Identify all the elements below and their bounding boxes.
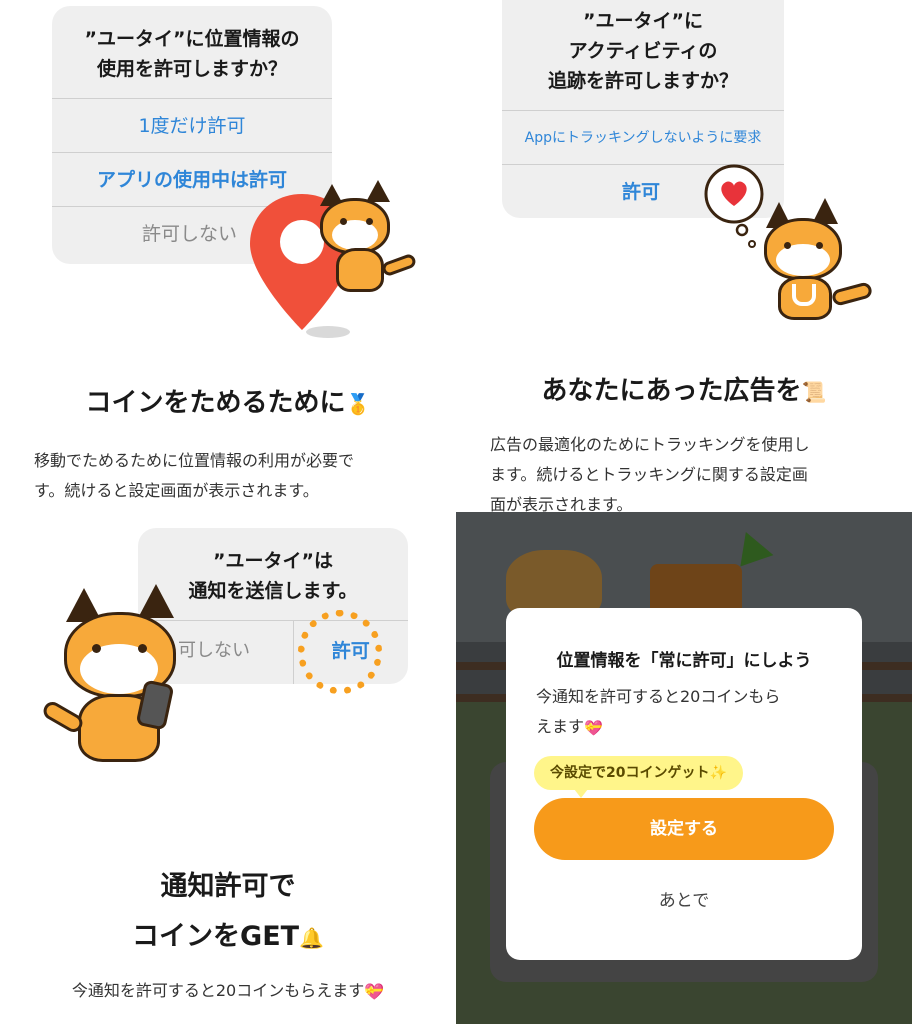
location-heading: コインをためるために🥇: [0, 382, 456, 419]
heading-text: コインをGET: [132, 921, 300, 952]
notification-permission-panel: ”ユータイ”は 通知を送信します。 可しない 許可 通知許可で コインをGET🔔…: [0, 512, 456, 1024]
highlight-ring: [298, 610, 382, 694]
description-line: 移動でためるために位置情報の利用が必要で: [34, 451, 355, 470]
heading-text: あなたにあった広告を: [541, 376, 802, 406]
tracking-permission-panel: ”ユータイ”に アクティビティの 追跡を許可しますか？ Appにトラッキングしな…: [456, 0, 912, 512]
bell-icon: 🔔: [299, 925, 324, 950]
description-line: 面が表示されます。: [490, 495, 633, 512]
medal-icon: 🥇: [345, 391, 371, 416]
message-line: えます: [536, 717, 585, 736]
modal-message: 今通知を許可すると20コインもら えます💝: [536, 682, 836, 743]
alert-title: ”ユータイ”に位置情報の 使用を許可しますか？: [52, 6, 332, 98]
shiba-dog-illustration: [318, 178, 418, 298]
later-button[interactable]: あとで: [506, 886, 862, 911]
always-allow-location-panel: 位置情報を「常に許可」にしよう 今通知を許可すると20コインもら えます💝 今設…: [456, 512, 912, 1024]
description-line: 今通知を許可すると20コインもらえます: [71, 981, 365, 1000]
description-line: 広告の最適化のためにトラッキングを使用し: [490, 435, 810, 454]
alert-title: ”ユータイ”に アクティビティの 追跡を許可しますか？: [502, 0, 784, 110]
shiba-dog-with-phone-illustration: [40, 578, 190, 768]
heading-text: コインをためるために: [85, 388, 346, 418]
message-line: 今通知を許可すると20コインもら: [536, 687, 781, 706]
description-line: ます。続けるとトラッキングに関する設定画: [490, 465, 808, 484]
location-permission-panel: ”ユータイ”に位置情報の 使用を許可しますか？ 1度だけ許可 アプリの使用中は許…: [0, 0, 456, 512]
tracking-heading: あなたにあった広告を📜: [456, 370, 912, 407]
alert-title-line: 使用を許可しますか？: [96, 58, 287, 80]
alert-title-line: ”ユータイ”は: [213, 550, 333, 572]
location-description: 移動でためるために位置情報の利用が必要で す。続けると設定画面が表示されます。: [34, 446, 444, 506]
coin-reward-tooltip: 今設定で20コインゲット✨: [534, 756, 743, 798]
alert-title-line: ”ユータイ”に位置情報の: [84, 28, 300, 50]
gift-heart-icon: 💝: [584, 718, 603, 737]
description-line: す。続けると設定画面が表示されます。: [34, 481, 319, 500]
tooltip-tail: [574, 789, 588, 798]
alert-title-line: ”ユータイ”に: [583, 10, 703, 32]
gift-heart-icon: 💝: [364, 981, 385, 1001]
heading-text: 通知許可で: [160, 871, 296, 902]
notification-heading: 通知許可で コインをGET🔔: [0, 862, 456, 963]
alert-title-line: 追跡を許可しますか？: [547, 70, 738, 92]
sparkles-icon: ✨: [709, 765, 727, 781]
modal-title: 位置情報を「常に許可」にしよう: [556, 651, 812, 671]
always-allow-modal: 位置情報を「常に許可」にしよう 今通知を許可すると20コインもら えます💝 今設…: [506, 608, 862, 960]
shiba-dog-illustration: [756, 196, 876, 326]
tracking-description: 広告の最適化のためにトラッキングを使用し ます。続けるとトラッキングに関する設定…: [490, 430, 900, 512]
allow-once-button[interactable]: 1度だけ許可: [52, 98, 332, 152]
ask-not-to-track-button[interactable]: Appにトラッキングしないように要求: [502, 110, 784, 164]
open-settings-button[interactable]: 設定する: [534, 798, 834, 860]
notification-description: 今通知を許可すると20コインもらえます💝: [0, 976, 456, 1007]
tooltip-text: 今設定で20コインゲット: [550, 765, 710, 781]
alert-title-line: アクティビティの: [568, 40, 718, 62]
scroll-icon: 📜: [801, 379, 827, 404]
